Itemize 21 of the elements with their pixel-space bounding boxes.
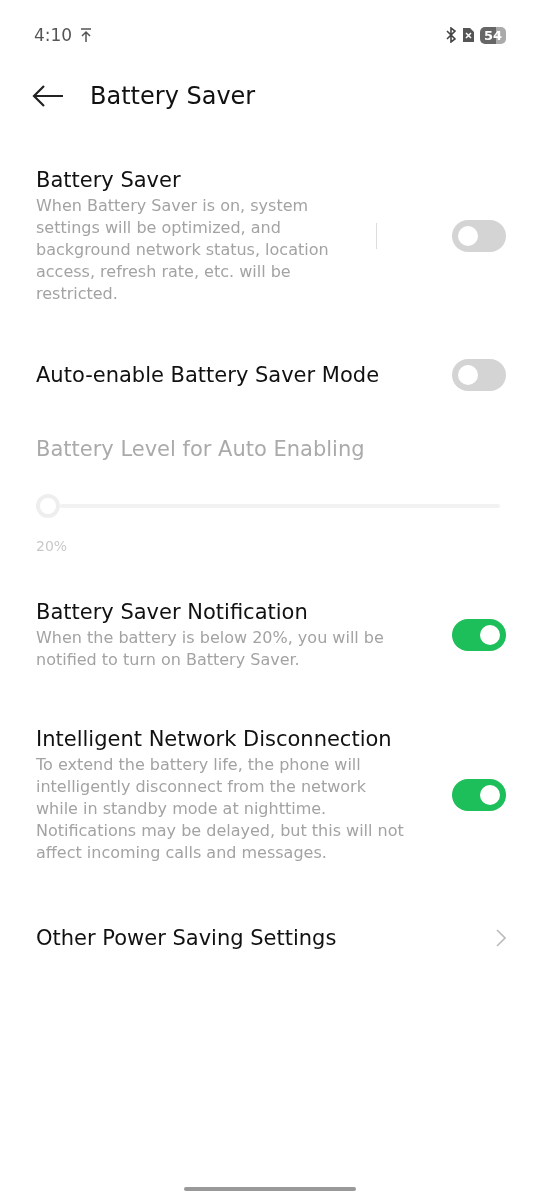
toggle-switch[interactable] bbox=[452, 778, 506, 811]
setting-description: When Battery Saver is on, system settings will be optimized, and background network status, location access, refresh rate, etc. will be restricted. bbox=[36, 195, 330, 305]
battery-indicator: 54 bbox=[479, 26, 506, 44]
setting-title: Battery Saver Notification bbox=[36, 599, 309, 626]
bluetooth-icon bbox=[444, 27, 457, 43]
setting-title: Battery Saver bbox=[36, 167, 182, 194]
upload-icon bbox=[80, 28, 93, 42]
setting-description: When the battery is below 20%, you will be notified to turn on Battery Saver. bbox=[36, 627, 385, 671]
back-icon[interactable] bbox=[32, 84, 64, 108]
setting-link[interactable]: Other Power Saving Settings bbox=[36, 923, 337, 953]
no-sim-icon bbox=[461, 27, 475, 43]
setting-title: Battery Level for Auto Enabling bbox=[36, 436, 366, 463]
status-time: 4:10 bbox=[34, 25, 73, 45]
toggle-switch[interactable] bbox=[452, 359, 506, 391]
toggle-switch[interactable] bbox=[452, 219, 506, 252]
setting-title: Intelligent Network Disconnection bbox=[36, 726, 393, 753]
toggle-switch[interactable] bbox=[452, 618, 506, 651]
setting-description: To extend the battery life, the phone will intelligently disconnect from the network while in standby mode at nighttime. Notifications may be delayed, but this will not affect incoming calls and messages. bbox=[36, 754, 405, 864]
page-title: Battery Saver bbox=[90, 82, 256, 110]
setting-title: Auto-enable Battery Saver Mode bbox=[36, 361, 381, 389]
chevron-right-icon bbox=[496, 929, 506, 947]
